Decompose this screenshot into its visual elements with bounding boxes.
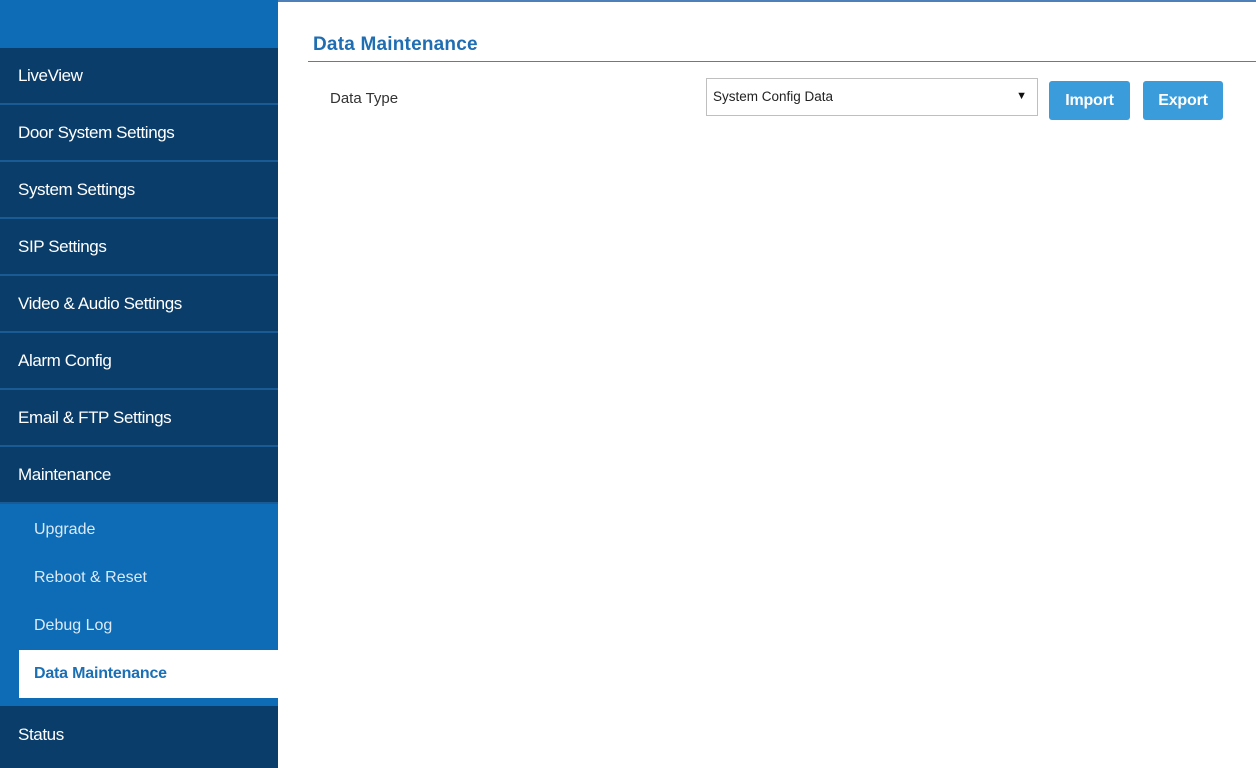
top-divider [278,0,1256,2]
submenu-item-data-maintenance[interactable]: Data Maintenance [19,650,278,698]
sidebar-item-liveview[interactable]: LiveView [0,48,278,105]
import-button[interactable]: Import [1049,81,1130,120]
sidebar-item-maintenance[interactable]: Maintenance [0,447,278,504]
sidebar-item-sip-settings[interactable]: SIP Settings [0,219,278,276]
dropdown-arrow-icon: ▼ [1016,90,1027,102]
sidebar-header [0,0,278,48]
sidebar-item-system-settings[interactable]: System Settings [0,162,278,219]
data-type-label: Data Type [330,90,399,107]
maintenance-submenu: Upgrade Reboot & Reset Debug Log Data Ma… [0,504,278,706]
main-content: Data Maintenance Data Type System Config… [278,0,1256,751]
data-type-select[interactable]: System Config Data ▼ [706,78,1038,116]
sidebar-item-video-audio-settings[interactable]: Video & Audio Settings [0,276,278,333]
sidebar: LiveView Door System Settings System Set… [0,0,278,768]
data-type-selected-value: System Config Data [713,89,834,104]
export-button[interactable]: Export [1143,81,1223,120]
submenu-item-upgrade[interactable]: Upgrade [0,506,278,554]
submenu-item-debug-log[interactable]: Debug Log [0,602,278,650]
title-divider [308,61,1256,62]
sidebar-item-door-system-settings[interactable]: Door System Settings [0,105,278,162]
sidebar-item-email-ftp-settings[interactable]: Email & FTP Settings [0,390,278,447]
sidebar-menu: LiveView Door System Settings System Set… [0,48,278,768]
sidebar-item-alarm-config[interactable]: Alarm Config [0,333,278,390]
sidebar-item-status[interactable]: Status [0,706,278,768]
page-title: Data Maintenance [313,34,478,55]
submenu-item-reboot-reset[interactable]: Reboot & Reset [0,554,278,602]
